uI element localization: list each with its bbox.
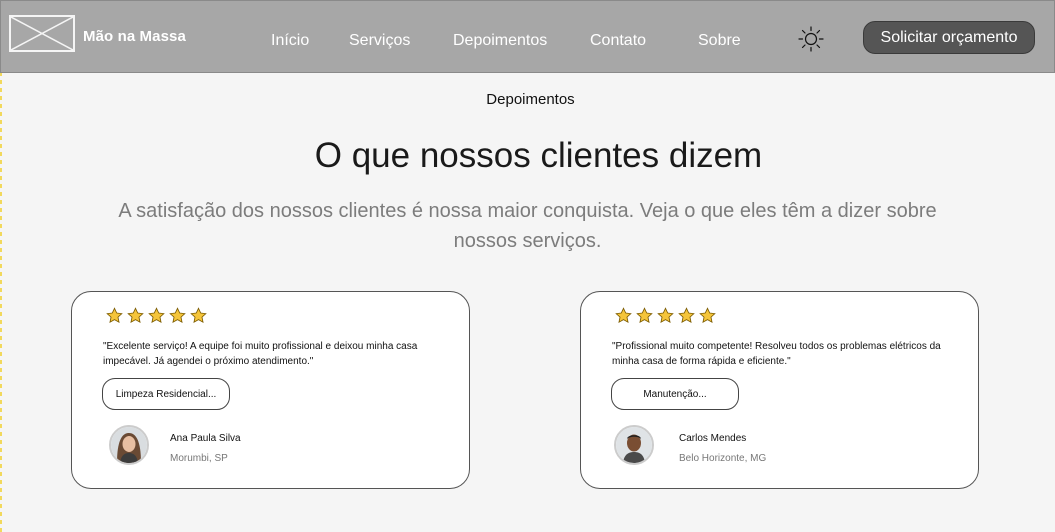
star-icon	[636, 307, 653, 324]
author-name: Carlos Mendes	[679, 433, 747, 444]
testimonial-quote: "Excelente serviço! A equipe foi muito p…	[103, 341, 418, 367]
navbar: Mão na Massa Início Serviços Depoimentos…	[0, 0, 1055, 73]
section-eyebrow: Depoimentos	[486, 91, 575, 108]
star-icon	[127, 307, 144, 324]
nav-link-sobre[interactable]: Sobre	[698, 32, 741, 50]
testimonial-card: "Profissional muito competente! Resolveu…	[580, 291, 979, 489]
service-tag-button[interactable]: Limpeza Residencial...	[102, 378, 230, 410]
star-rating	[615, 307, 716, 324]
star-icon	[657, 307, 674, 324]
sun-icon[interactable]	[798, 26, 824, 52]
star-icon	[699, 307, 716, 324]
star-icon	[190, 307, 207, 324]
brand-name[interactable]: Mão na Massa	[83, 28, 186, 45]
avatar	[614, 425, 654, 465]
nav-link-contato[interactable]: Contato	[590, 32, 646, 50]
nav-link-inicio[interactable]: Início	[271, 32, 309, 50]
section-subtitle: A satisfação dos nossos clientes é nossa…	[118, 200, 937, 252]
star-icon	[615, 307, 632, 324]
star-icon	[148, 307, 165, 324]
star-rating	[106, 307, 207, 324]
logo-placeholder-icon[interactable]	[9, 15, 75, 52]
author-name: Ana Paula Silva	[170, 433, 241, 444]
star-icon	[678, 307, 695, 324]
section-title: O que nossos clientes dizem	[314, 136, 763, 175]
service-tag-button[interactable]: Manutenção...	[611, 378, 739, 410]
request-quote-button[interactable]: Solicitar orçamento	[863, 21, 1035, 54]
nav-link-depoimentos[interactable]: Depoimentos	[453, 32, 547, 50]
avatar	[109, 425, 149, 465]
author-location: Belo Horizonte, MG	[679, 453, 767, 464]
author-location: Morumbi, SP	[170, 453, 228, 464]
testimonial-card: "Excelente serviço! A equipe foi muito p…	[71, 291, 470, 489]
star-icon	[106, 307, 123, 324]
star-icon	[169, 307, 186, 324]
nav-link-servicos[interactable]: Serviços	[349, 32, 410, 50]
testimonial-quote: "Profissional muito competente! Resolveu…	[612, 341, 941, 367]
